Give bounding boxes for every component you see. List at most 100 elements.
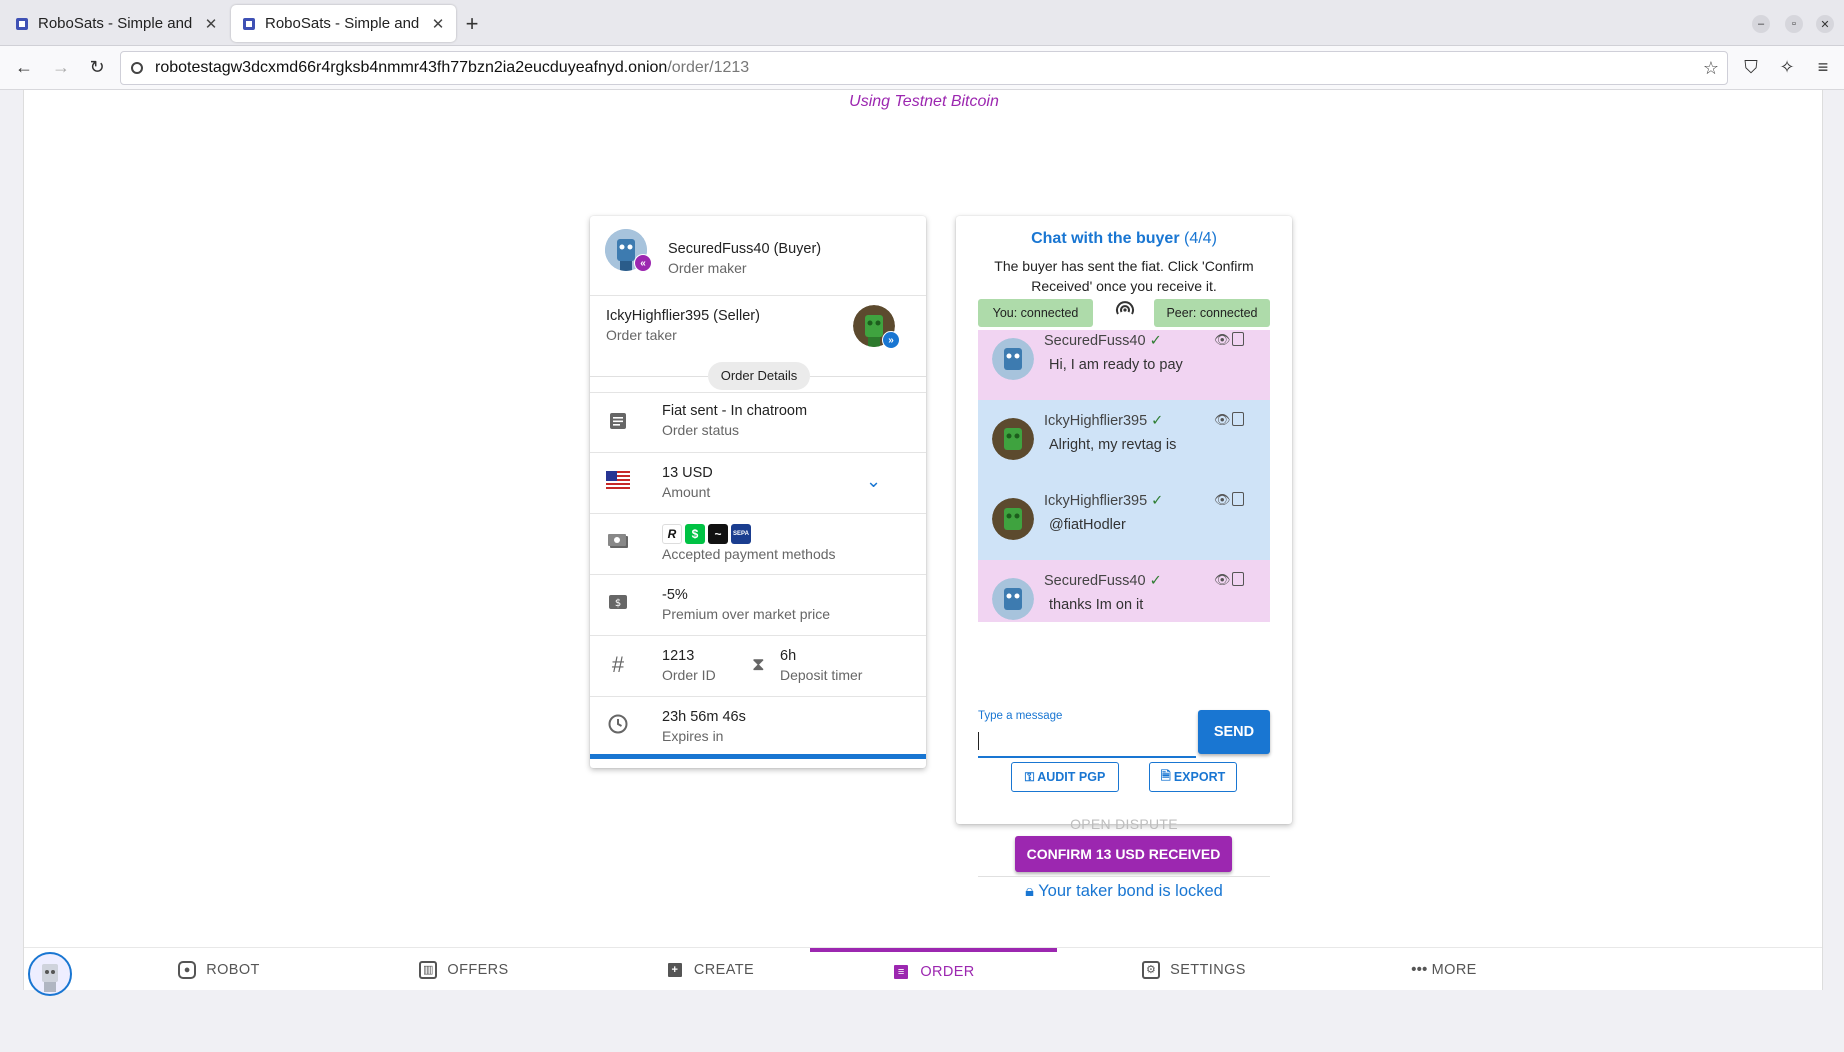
message-text: Hi, I am ready to pay [1049,357,1183,373]
open-dispute-button[interactable]: OPEN DISPUTE [956,816,1292,832]
payment-methods-label: Accepted payment methods [662,546,836,562]
premium-value: -5% [662,587,688,603]
address-bar[interactable]: robotestagw3dcxmd66r4rgksb4nmmr43fh77bzn… [120,51,1728,85]
nav-order-label: ORDER [920,963,975,980]
delivered-check-icon: ✓ [1149,333,1162,349]
shield-icon[interactable]: ⛉ [1740,57,1762,78]
back-icon[interactable]: ← [13,57,35,78]
forward-icon[interactable]: → [50,57,72,78]
message-input[interactable] [978,724,1196,758]
maker-row[interactable]: « SecuredFuss40 (Buyer) Order maker [590,216,926,296]
chat-title: Chat with the buyer (4/4) [956,230,1292,248]
chat-card: Chat with the buyer (4/4) The buyer has … [956,216,1292,900]
key-icon: ⚿ [1024,769,1035,784]
order-status-label: Order status [662,422,740,438]
divider [590,376,708,377]
deposit-timer-label: Deposit timer [780,667,863,683]
audit-pgp-button[interactable]: ⚿ AUDIT PGP [1011,762,1119,792]
browser-tab-1[interactable]: RoboSats - Simple and Pr ✕ [4,5,229,42]
nav-order[interactable]: ≡ ORDER [810,948,1057,991]
copy-icon[interactable] [1232,492,1244,506]
message-author: SecuredFuss40 [1044,573,1146,589]
sepa-icon: SEPA [731,524,751,544]
expires-row: 23h 56m 46s Expires in [590,697,926,754]
nav-more-label: MORE [1431,961,1477,978]
nav-create[interactable]: + CREATE [650,948,770,991]
bookmark-star-icon[interactable]: ☆ [1703,58,1719,79]
eye-icon[interactable]: 👁 [1214,572,1231,588]
payment-method-icons: R $ ~ SEPA [662,524,836,544]
svg-text:$: $ [615,598,621,609]
eye-icon[interactable]: 👁 [1214,492,1231,508]
chat-messages[interactable]: SecuredFuss40 ✓ Hi, I am ready to pay 👁 I… [978,330,1270,622]
export-button[interactable]: 🗎 EXPORT [1149,762,1237,792]
site-info-icon[interactable] [131,62,143,74]
delivered-check-icon: ✓ [1149,573,1162,589]
robot-icon: ● [178,960,197,979]
delivered-check-icon: ✓ [1151,493,1164,509]
taker-role: Order taker [606,327,677,343]
window-close-icon[interactable]: ✕ [1816,15,1834,33]
testnet-banner: Using Testnet Bitcoin [849,93,999,110]
nav-offers[interactable]: ▥ OFFERS [404,948,524,991]
nav-robot[interactable]: ● ROBOT [164,948,274,991]
amount-row[interactable]: 13 USD Amount ⌄ [590,453,926,514]
nav-settings[interactable]: ⚙ SETTINGS [1134,948,1254,991]
chat-message-count: (4/4) [1184,230,1217,247]
us-flag-icon [606,471,630,495]
order-id-label: Order ID [662,667,716,683]
close-tab-icon[interactable]: ✕ [430,15,446,33]
hourglass-icon: ⧗ [752,654,765,674]
close-tab-icon[interactable]: ✕ [203,15,219,33]
copy-icon[interactable] [1232,412,1244,426]
expand-chevron-icon[interactable]: ⌄ [866,471,881,492]
copy-icon[interactable] [1232,332,1244,346]
url-path: /order/1213 [667,59,750,76]
order-status-value: Fiat sent - In chatroom [662,403,808,419]
chat-message: SecuredFuss40 ✓ Hi, I am ready to pay 👁 [978,330,1270,400]
expires-value: 23h 56m 46s [662,709,746,725]
peer-connected-badge: Peer: connected [1154,299,1270,327]
send-button[interactable]: SEND [1198,710,1270,754]
url-host: robotestagw3dcxmd66r4rgksb4nmmr43fh77bzn… [155,59,668,76]
message-text: Alright, my revtag is [1049,437,1177,453]
order-status-row: Fiat sent - In chatroom Order status [590,392,926,453]
reload-icon[interactable]: ↻ [86,57,108,78]
export-icon: 🗎 [1160,768,1171,783]
price-tag-icon: $ [606,593,630,617]
robot-avatar[interactable] [28,952,72,996]
premium-row: $ -5% Premium over market price [590,575,926,636]
eye-icon[interactable]: 👁 [1214,332,1231,348]
bond-status-text: Your taker bond is locked [1038,882,1223,900]
divider [810,376,926,377]
revolut-icon: R [662,524,682,544]
audit-pgp-label: AUDIT PGP [1037,770,1106,784]
minimize-icon[interactable]: – [1752,15,1770,33]
chat-message: SecuredFuss40 ✓ thanks Im on it 👁 [978,560,1270,622]
seller-badge-icon: » [882,331,900,349]
export-label: EXPORT [1173,770,1226,784]
order-id-value: 1213 [662,648,695,664]
maker-name: SecuredFuss40 (Buyer) [668,241,822,257]
copy-icon[interactable] [1232,572,1244,586]
add-box-icon: + [665,960,684,979]
new-tab-icon[interactable]: + [460,11,484,37]
chat-message: IckyHighflier395 ✓ @fiatHodler 👁 [978,480,1270,560]
seller-avatar [992,498,1034,540]
tab-title: RoboSats - Simple and Pr [265,15,424,32]
delivered-check-icon: ✓ [1151,413,1164,429]
extensions-icon[interactable]: ✧ [1776,57,1798,78]
browser-tab-2[interactable]: RoboSats - Simple and Pr ✕ [231,5,456,42]
message-author: IckyHighflier395 [1044,413,1148,429]
confirm-received-button[interactable]: CONFIRM 13 USD RECEIVED [1015,836,1232,872]
nav-more[interactable]: ••• MORE [1394,948,1494,991]
chat-title-text: Chat with the buyer [1031,230,1180,247]
maker-role: Order maker [668,260,747,276]
nav-settings-label: SETTINGS [1170,961,1246,978]
tab-title: RoboSats - Simple and Pr [38,15,197,32]
app-page: Using Testnet Bitcoin « SecuredFuss40 (B… [23,90,1823,990]
browser-tab-bar: RoboSats - Simple and Pr ✕ RoboSats - Si… [0,0,1844,46]
maximize-icon[interactable]: ▫ [1785,15,1803,33]
eye-icon[interactable]: 👁 [1214,412,1231,428]
menu-icon[interactable]: ≡ [1812,57,1834,78]
